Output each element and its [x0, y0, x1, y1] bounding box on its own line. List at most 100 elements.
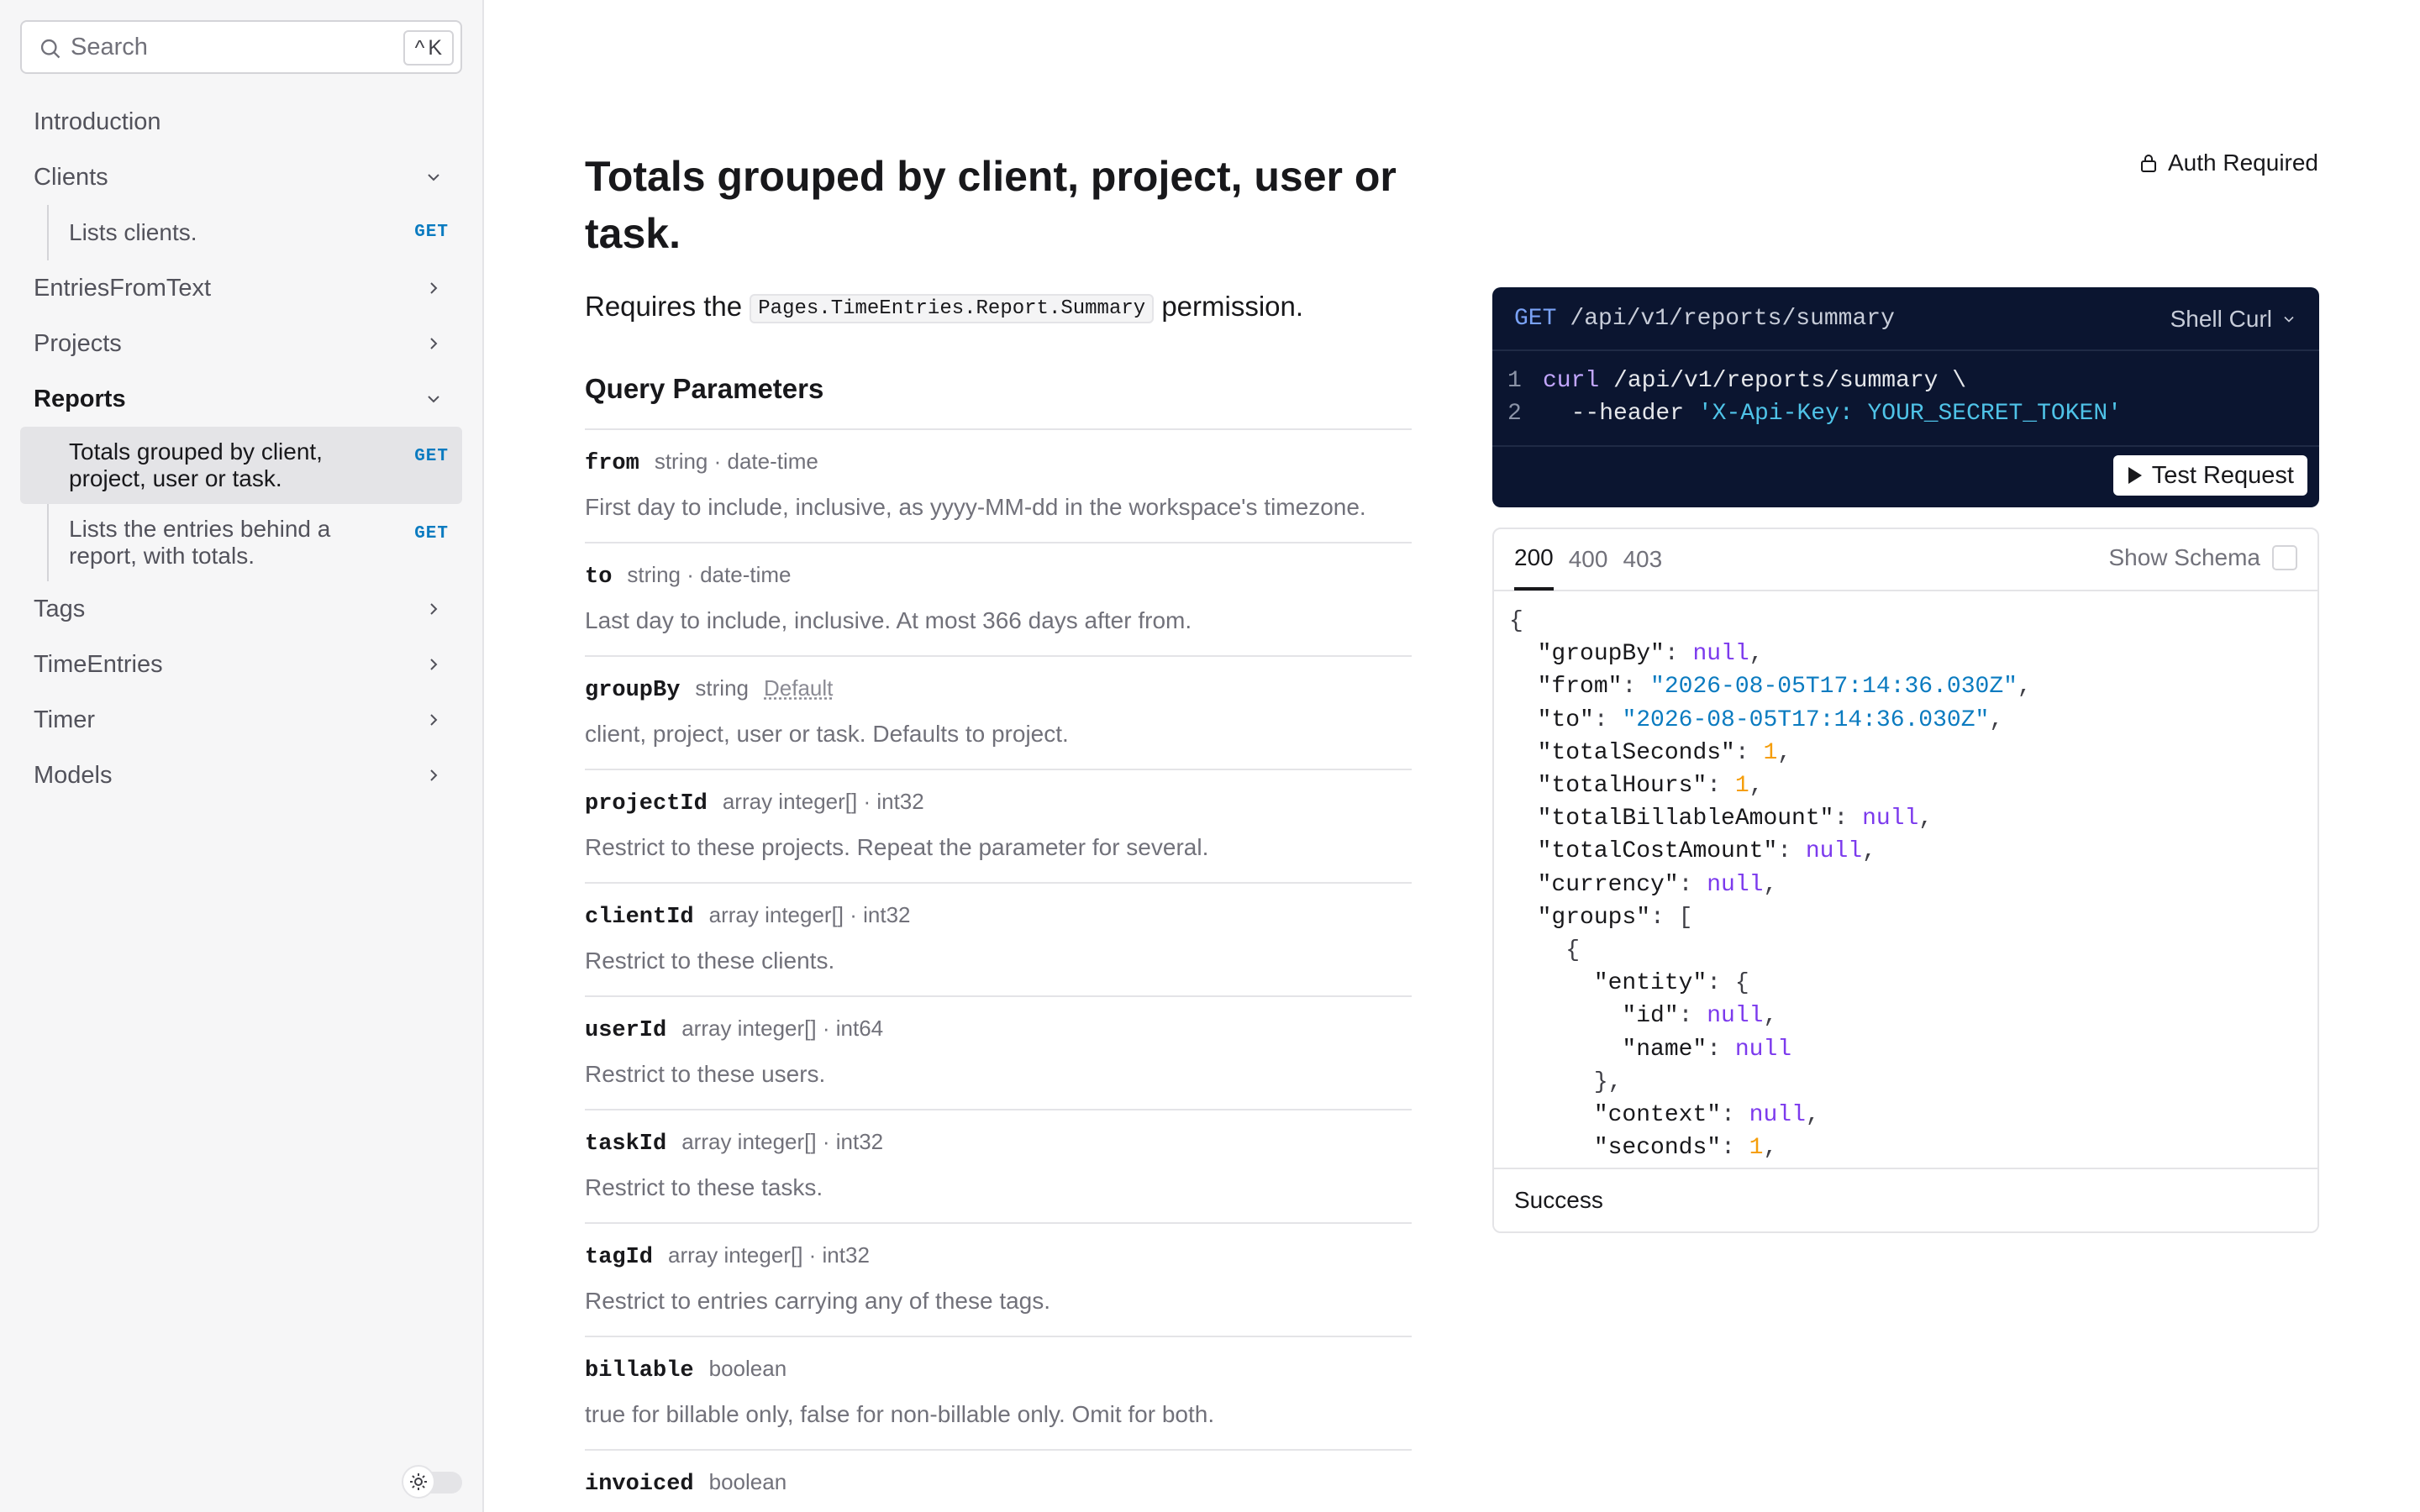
sidebar-item-report-entries[interactable]: Lists the entries behind a report, with … — [49, 504, 462, 581]
permission-note: Requires the Pages.TimeEntries.Report.Su… — [585, 291, 1303, 323]
sidebar-item-label: Tags — [34, 595, 86, 622]
param-name: projectId — [585, 791, 708, 816]
param-description: Restrict to these projects. Repeat the p… — [585, 834, 1209, 860]
sidebar-item-label: TimeEntries — [34, 650, 163, 678]
param-row: taskId array integer[] · int32 Restrict t… — [585, 1109, 1412, 1222]
param-row: groupBy string Default client, project, us… — [585, 655, 1412, 769]
sidebar-item-reports[interactable]: Reports — [20, 371, 462, 427]
chevron-right-icon — [430, 338, 438, 349]
show-schema-label: Show Schema — [2108, 544, 2260, 570]
sidebar-item-entriesfromtext[interactable]: EntriesFromText — [20, 260, 462, 316]
auth-required-badge: Auth Required — [2139, 150, 2318, 176]
param-name: tagId — [585, 1245, 654, 1270]
param-type: array integer[] · int32 — [668, 1242, 870, 1268]
request-code: 1 curl /api/v1/reports/summary \ 2 --head… — [1492, 351, 2319, 447]
sidebar-item-lists-clients[interactable]: Lists clients. GET — [49, 205, 462, 260]
param-description: Restrict to these users. — [585, 1061, 826, 1087]
param-row: from string · date-time First day to incl… — [585, 428, 1412, 542]
param-description: Restrict to these clients. — [585, 948, 835, 974]
tab-403[interactable]: 403 — [1623, 529, 1662, 591]
sidebar-item-label: Clients — [34, 163, 108, 191]
lock-icon — [2141, 155, 2156, 172]
sidebar-item-tags[interactable]: Tags — [20, 581, 462, 637]
code-line: 2 --header 'X-Api-Key: YOUR_SECRET_TOKEN… — [1507, 397, 2302, 430]
tab-200[interactable]: 200 — [1514, 529, 1554, 591]
theme-toggle[interactable] — [402, 1465, 464, 1499]
sidebar-item-label: Timer — [34, 706, 96, 733]
line-number: 2 — [1507, 401, 1522, 427]
sidebar-item-projects[interactable]: Projects — [20, 316, 462, 371]
chevron-right-icon — [430, 282, 438, 294]
sidebar-item-label: Totals grouped by client, project, user … — [69, 438, 323, 491]
param-description: Restrict to these tasks. — [585, 1174, 823, 1200]
param-row: to string · date-time Last day to include… — [585, 542, 1412, 655]
request-method: GET — [1514, 305, 1557, 332]
param-type: array integer[] · int32 — [681, 1129, 884, 1154]
permission-suffix: permission. — [1161, 291, 1304, 322]
param-description: Restrict to entries carrying any of thes… — [585, 1288, 1051, 1314]
sidebar-item-label: Lists the entries behind a report, with … — [69, 516, 331, 569]
toggle-knob — [402, 1465, 435, 1499]
param-description: true for billable only, false for non-bi… — [585, 1401, 1215, 1427]
test-request-label: Test Request — [2151, 461, 2294, 489]
param-description: First day to include, inclusive, as yyyy… — [585, 494, 1366, 520]
shortcut-modifier: ^ — [414, 35, 425, 60]
param-description: client, project, user or task. Defaults … — [585, 721, 1069, 747]
method-badge: GET — [414, 447, 449, 466]
sidebar-item-label: EntriesFromText — [34, 274, 212, 302]
param-row: invoiced boolean — [585, 1449, 1412, 1512]
language-selector[interactable]: Shell Curl — [2170, 306, 2297, 333]
search-box[interactable]: ^ K — [20, 20, 462, 74]
param-type: string · date-time — [627, 562, 792, 587]
search-shortcut: ^ K — [402, 30, 454, 66]
code-command: curl — [1543, 368, 1600, 394]
sidebar-nav: Introduction Clients Lists clients. GET … — [20, 94, 462, 803]
param-type: array integer[] · int64 — [681, 1016, 884, 1041]
tab-400[interactable]: 400 — [1569, 529, 1608, 591]
param-type: string · date-time — [654, 449, 818, 474]
line-number: 1 — [1507, 368, 1522, 394]
json-from-value: "2026-08-05T17:14:36.030Z" — [1650, 674, 2018, 701]
permission-prefix: Requires the — [585, 291, 743, 322]
chevron-right-icon — [430, 659, 438, 670]
param-row: billable boolean true for billable only, … — [585, 1336, 1412, 1449]
auth-required-label: Auth Required — [2168, 150, 2319, 176]
request-path: /api/v1/reports/summary — [1570, 305, 1895, 332]
sidebar-item-timeentries[interactable]: TimeEntries — [20, 637, 462, 692]
param-name: billable — [585, 1358, 694, 1383]
search-input[interactable] — [71, 30, 398, 64]
chevron-right-icon — [430, 603, 438, 615]
param-name: from — [585, 451, 639, 476]
response-status: Success — [1494, 1168, 2317, 1231]
param-description: Last day to include, inclusive. At most … — [585, 607, 1192, 633]
sidebar-item-models[interactable]: Models — [20, 748, 462, 803]
sidebar-item-label: Models — [34, 761, 113, 789]
param-row: userId array integer[] · int64 Restrict t… — [585, 995, 1412, 1109]
param-type: string — [695, 675, 749, 701]
sidebar: ^ K Introduction Clients Lists clients. … — [0, 0, 484, 1512]
sidebar-group-reports: Totals grouped by client, project, user … — [20, 427, 462, 581]
param-default-link[interactable]: Default — [764, 675, 833, 701]
test-request-button[interactable]: Test Request — [2112, 455, 2307, 496]
code-flag: --header — [1543, 401, 1698, 427]
sidebar-item-label: Projects — [34, 329, 122, 357]
method-badge: GET — [414, 524, 449, 543]
page-title: Totals grouped by client, project, user … — [585, 153, 1397, 257]
request-header: GET /api/v1/reports/summary Shell Curl — [1492, 287, 2319, 351]
code-string: 'X-Api-Key: YOUR_SECRET_TOKEN' — [1697, 401, 2122, 427]
show-schema-toggle[interactable]: Show Schema — [2108, 544, 2297, 571]
sidebar-item-timer[interactable]: Timer — [20, 692, 462, 748]
code-text: /api/v1/reports/summary \ — [1599, 368, 1967, 394]
play-icon — [2128, 467, 2142, 484]
chevron-down-icon — [428, 396, 439, 403]
param-name: to — [585, 564, 613, 590]
response-status-label: Success — [1514, 1187, 1603, 1213]
sidebar-item-clients[interactable]: Clients — [20, 150, 462, 205]
show-schema-checkbox[interactable] — [2272, 545, 2297, 570]
param-name: invoiced — [585, 1472, 694, 1497]
param-type: array integer[] · int32 — [722, 789, 924, 814]
json-to-value: "2026-08-05T17:14:36.030Z" — [1622, 706, 1990, 733]
sidebar-item-introduction[interactable]: Introduction — [20, 94, 462, 150]
sidebar-group-clients: Lists clients. GET — [47, 205, 462, 260]
sidebar-item-report-summary[interactable]: Totals grouped by client, project, user … — [20, 427, 462, 504]
